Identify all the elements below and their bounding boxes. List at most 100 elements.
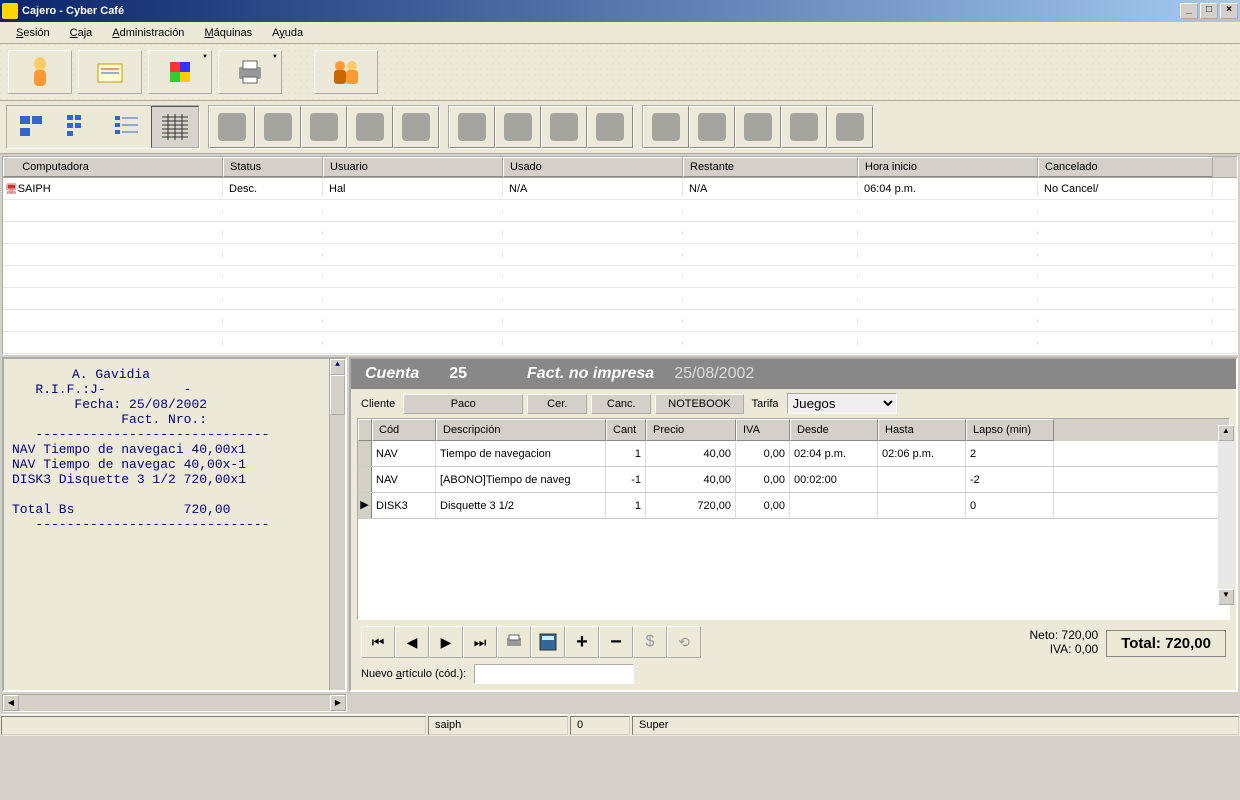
scroll-right-button[interactable]: ▶ (330, 695, 346, 711)
account-grid-header: Cód Descripción Cant Precio IVA Desde Ha… (358, 419, 1229, 441)
bottom-panel: A. Gavidia R.I.F.:J- - Fecha: 25/08/2002… (2, 357, 1238, 692)
col-restante[interactable]: Restante (683, 157, 858, 177)
new-article-input[interactable] (474, 664, 634, 684)
users-button[interactable] (314, 50, 378, 94)
scroll-thumb[interactable] (330, 375, 345, 415)
nav-bar: ⏮ ◀ ▶ ⏭ + − $ ⟲ Neto: 720,00 IVA: 0,00 T… (361, 626, 1226, 658)
nav-next-button[interactable]: ▶ (429, 626, 463, 658)
menu-ayuda[interactable]: Ayuda (262, 25, 313, 41)
clean-config-button[interactable] (541, 106, 587, 148)
col-hasta[interactable]: Hasta (878, 419, 966, 441)
lock-timer-button[interactable] (393, 106, 439, 148)
account-row[interactable]: NAV [ABONO]Tiempo de naveg -1 40,00 0,00… (358, 467, 1229, 493)
col-precio[interactable]: Precio (646, 419, 736, 441)
menu-maquinas[interactable]: Máquinas (194, 25, 262, 41)
new-article-row: Nuevo artículo (cód.): (361, 664, 1226, 684)
minimize-button[interactable]: _ (1180, 3, 1198, 19)
recycle-button[interactable] (689, 106, 735, 148)
status-pane-3: 0 (570, 716, 630, 735)
grid-header: Computadora Status Usuario Usado Restant… (3, 157, 1237, 178)
window-title: Cajero - Cyber Café (22, 5, 1178, 17)
view-details[interactable] (151, 106, 199, 148)
col-lapso[interactable]: Lapso (min) (966, 419, 1054, 441)
total-box: Total: 720,00 (1106, 630, 1226, 657)
clean-all-button[interactable] (495, 106, 541, 148)
folder2-button[interactable] (781, 106, 827, 148)
neto-value: 720,00 (1062, 628, 1099, 642)
col-hora-inicio[interactable]: Hora inicio (858, 157, 1038, 177)
cliente-button[interactable]: Paco (403, 394, 523, 414)
col-usado[interactable]: Usado (503, 157, 683, 177)
close-button[interactable]: × (1220, 3, 1238, 19)
scroll-up-button[interactable]: ▲ (330, 359, 345, 375)
note-button[interactable] (78, 50, 142, 94)
receipt-name: A. Gavidia (72, 367, 150, 382)
folder-button[interactable] (735, 106, 781, 148)
money-button[interactable]: $ (633, 626, 667, 658)
remove-button[interactable]: − (599, 626, 633, 658)
account-number: 25 (449, 365, 467, 383)
send-button[interactable] (827, 106, 873, 148)
iva-label: IVA: (1050, 642, 1072, 656)
view-large-icons[interactable] (7, 106, 55, 148)
nav-prev-button[interactable]: ◀ (395, 626, 429, 658)
col-descripcion[interactable]: Descripción (436, 419, 606, 441)
cube-button[interactable] (148, 50, 212, 94)
alert-button[interactable] (643, 106, 689, 148)
col-computadora[interactable]: Computadora (3, 157, 223, 177)
menu-sesion[interactable]: Sesión (6, 25, 60, 41)
scroll-up-button[interactable]: ▲ (1218, 425, 1234, 441)
account-date: 25/08/2002 (674, 365, 754, 383)
calc-button[interactable] (531, 626, 565, 658)
user-button[interactable] (8, 50, 72, 94)
account-row[interactable]: NAV Tiempo de navegacion 1 40,00 0,00 02… (358, 441, 1229, 467)
grid-row-empty (3, 288, 1237, 310)
totals-block: Neto: 720,00 IVA: 0,00 (1029, 628, 1106, 656)
account-items-grid: Cód Descripción Cant Precio IVA Desde Ha… (357, 418, 1230, 620)
receipt-scrollbar[interactable]: ▲ (329, 359, 345, 690)
receipt-hscroll[interactable]: ◀ ▶ (2, 694, 347, 712)
link-button[interactable]: ⟲ (667, 626, 701, 658)
add-button[interactable]: + (565, 626, 599, 658)
cer-button[interactable]: Cer. (527, 394, 587, 414)
main-toolbar (0, 44, 1240, 101)
col-cant[interactable]: Cant (606, 419, 646, 441)
menu-administracion[interactable]: Administración (102, 25, 194, 41)
print-button[interactable] (218, 50, 282, 94)
account-scrollbar[interactable]: ▲ ▼ (1218, 425, 1234, 605)
scroll-left-button[interactable]: ◀ (3, 695, 19, 711)
canc-button[interactable]: Canc. (591, 394, 651, 414)
lock-all-button[interactable] (347, 106, 393, 148)
nav-first-button[interactable]: ⏮ (361, 626, 395, 658)
unlock-button[interactable] (209, 106, 255, 148)
col-desde[interactable]: Desde (790, 419, 878, 441)
row-marker-current: ▶ (358, 493, 372, 518)
receipt-total-label: Total Bs (12, 502, 74, 517)
col-cancelado[interactable]: Cancelado (1038, 157, 1213, 177)
nav-last-button[interactable]: ⏭ (463, 626, 497, 658)
unlock-all-button[interactable] (255, 106, 301, 148)
row-marker (358, 441, 372, 466)
col-iva[interactable]: IVA (736, 419, 790, 441)
lock-button[interactable] (301, 106, 347, 148)
maximize-button[interactable]: □ (1200, 3, 1218, 19)
status-pane-1 (1, 716, 426, 735)
col-usuario[interactable]: Usuario (323, 157, 503, 177)
notebook-button[interactable]: NOTEBOOK (655, 394, 743, 414)
account-row[interactable]: ▶ DISK3 Disquette 3 1/2 1 720,00 0,00 0 (358, 493, 1229, 519)
view-mode-group (6, 105, 200, 149)
receipt-line2: NAV Tiempo de navegac 40,00x-1 (12, 457, 246, 472)
col-cod[interactable]: Cód (372, 419, 436, 441)
view-list[interactable] (103, 106, 151, 148)
grid-row[interactable]: 🖥SAIPH Desc. Hal N/A N/A 06:04 p.m. No C… (3, 178, 1237, 200)
scroll-down-button[interactable]: ▼ (1218, 589, 1234, 605)
clean-button[interactable] (449, 106, 495, 148)
tarifa-select[interactable]: Juegos (787, 393, 897, 414)
account-footer: ⏮ ◀ ▶ ⏭ + − $ ⟲ Neto: 720,00 IVA: 0,00 T… (351, 620, 1236, 690)
account-title: Cuenta (365, 365, 419, 383)
view-small-icons[interactable] (55, 106, 103, 148)
clean-config-all-button[interactable] (587, 106, 633, 148)
print-item-button[interactable] (497, 626, 531, 658)
col-status[interactable]: Status (223, 157, 323, 177)
menu-caja[interactable]: Caja (60, 25, 103, 41)
